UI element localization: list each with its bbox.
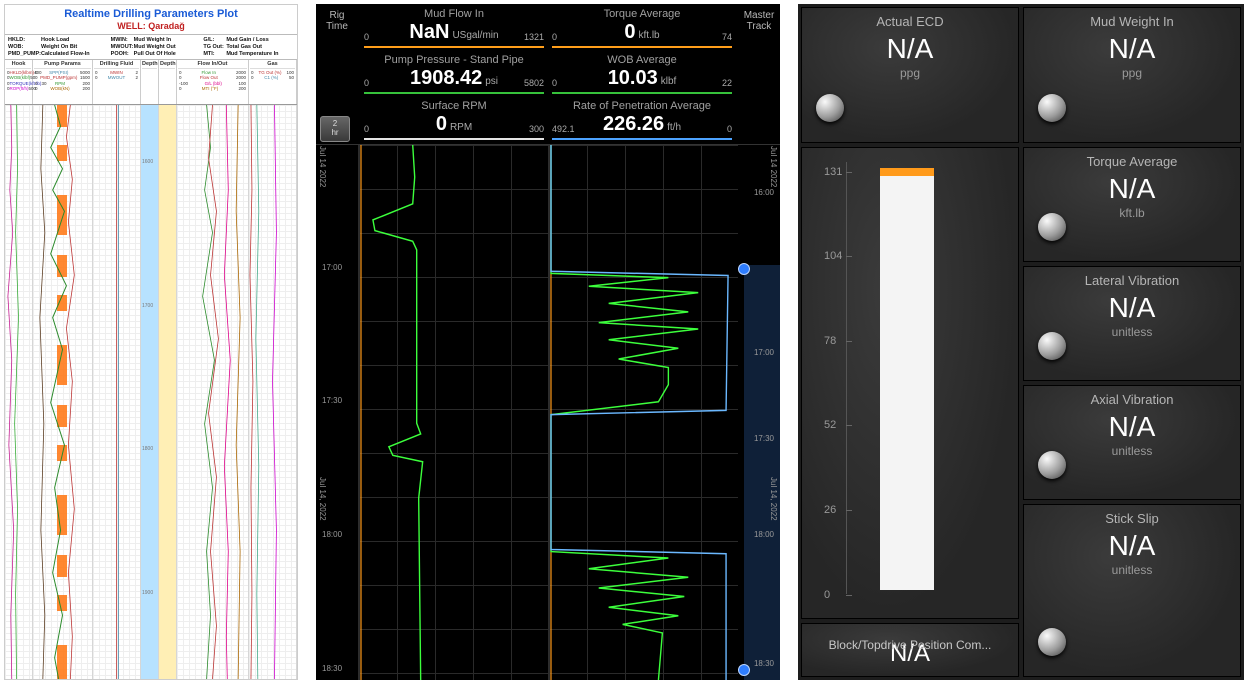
metric-mud-flow-in[interactable]: Mud Flow In 0 NaN USgal/min 1321 [360, 6, 548, 52]
track-header-depth2: Depth [159, 60, 177, 104]
legend-key: MWIN: [111, 37, 132, 43]
gauge-torque-average[interactable]: Torque Average N/A kft.lb [1023, 147, 1241, 262]
gauge-stick-slip[interactable]: Stick Slip N/A unitless [1023, 504, 1241, 677]
bar-scale-line [846, 162, 847, 594]
legend-key: WOB: [8, 44, 39, 50]
plot-col-left[interactable] [358, 145, 548, 680]
panel1-well: WELL: Qaradağ [5, 21, 297, 35]
panel1-legend: HKLD:Hook Load MWIN:Mud Weight In G/L:Mu… [5, 35, 297, 60]
track-flow[interactable] [177, 105, 249, 679]
master-track-handle-top[interactable] [738, 263, 750, 275]
bar-gauge-cap [880, 168, 934, 176]
plot-col-right[interactable] [548, 145, 738, 680]
metric-pump-pressure[interactable]: Pump Pressure - Stand Pipe 0 1908.42 psi… [360, 52, 548, 98]
metric-wob-average[interactable]: WOB Average 0 10.03 klbf 22 [548, 52, 736, 98]
panel1-title: Realtime Drilling Parameters Plot [5, 5, 297, 21]
track-header-pump: Pump Params 0SPP(PSI)5000 0PMD_PUMP(gpm)… [33, 60, 93, 104]
master-track-shade[interactable] [744, 265, 780, 680]
gauge-axial-vibration[interactable]: Axial Vibration N/A unitless [1023, 385, 1241, 500]
track-depth-2[interactable] [159, 105, 177, 679]
bar-gauge-block[interactable]: 131 104 78 52 26 0 [801, 147, 1019, 619]
time-range-button[interactable]: 2 hr [320, 116, 350, 142]
legend-key: HKLD: [8, 37, 39, 43]
track-gas[interactable] [249, 105, 297, 679]
metric-torque-average[interactable]: Torque Average 0 0 kft.lb 74 [548, 6, 736, 52]
legend-val: Mud Weight In [134, 37, 202, 43]
gauge-actual-ecd[interactable]: Actual ECD N/A ppg [801, 7, 1019, 143]
gauge-lateral-vibration[interactable]: Lateral Vibration N/A unitless [1023, 266, 1241, 381]
legend-val: Mud Gain / Loss [226, 37, 294, 43]
track-fluid[interactable] [93, 105, 141, 679]
well-name: Qaradağ [148, 21, 185, 31]
gauge-knob-icon [1038, 213, 1066, 241]
track-header-hook: Hook 0HKLD(klbm)400 0WOB(klbf)50 0TORQUE… [5, 60, 33, 104]
gauge-knob-icon [1038, 628, 1066, 656]
track-depth-1[interactable]: 1600 1700 1800 1900 [141, 105, 159, 679]
legend-val: Mud Temperature In [226, 51, 294, 57]
gauge-block-position[interactable]: Block/Topdrive Position Com... N/A [801, 623, 1019, 677]
metric-surface-rpm[interactable]: Surface RPM 0 0 RPM 300 [360, 98, 548, 144]
track-header-fluid: Drilling Fluid 0MWIN2 0MWOUT2 [93, 60, 141, 104]
gauge-knob-icon [1038, 451, 1066, 479]
legend-val: Pull Out Of Hole [134, 51, 202, 57]
panel1-strip-chart[interactable]: 1600 1700 1800 1900 [5, 105, 297, 679]
legend-val: Total Gas Out [226, 44, 294, 50]
legend-key: TG Out: [203, 44, 224, 50]
track-header-flow: Flow In/Out 0Flow In2000 0Flow Out2000 -… [177, 60, 249, 104]
realtime-dashboard-panel: RigTime Mud Flow In 0 NaN USgal/min 1321… [316, 4, 780, 680]
legend-key: POOH: [111, 51, 132, 57]
metric-rop-average[interactable]: Rate of Penetration Average 492.1 226.26… [548, 98, 736, 144]
legend-key: MTI: [203, 51, 224, 57]
metrics-grid: Mud Flow In 0 NaN USgal/min 1321 Torque … [358, 4, 738, 144]
track-headers: Hook 0HKLD(klbm)400 0WOB(klbf)50 0TORQUE… [5, 60, 297, 105]
master-track-label: MasterTrack [738, 4, 780, 144]
legend-val: Mud Weight Out [134, 44, 202, 50]
master-track-handle-bottom[interactable] [738, 664, 750, 676]
axis-right: Jul 14 2022 16:00 17:00 17:30 Jul 14, 20… [738, 145, 780, 680]
pump-fill-area [57, 105, 68, 679]
legend-val: Calculated Flow-In [41, 51, 109, 57]
bar-gauge-bar [880, 168, 934, 590]
drilling-params-plot-panel: Realtime Drilling Parameters Plot WELL: … [4, 4, 298, 680]
legend-key: PMD_PUMP: [8, 51, 39, 57]
gauges-panel: Actual ECD N/A ppg Mud Weight In N/A ppg… [798, 4, 1244, 680]
gauge-knob-icon [1038, 332, 1066, 360]
track-pump[interactable] [33, 105, 93, 679]
well-label: WELL: [117, 21, 146, 31]
gauge-knob-icon [816, 94, 844, 122]
track-hook[interactable] [5, 105, 33, 679]
time-plot-area[interactable]: Jul 14 2022 17:00 17:30 Jul 14, 2022 18:… [316, 144, 780, 680]
legend-key: MWOUT: [111, 44, 132, 50]
gauge-knob-icon [1038, 94, 1066, 122]
axis-left: Jul 14 2022 17:00 17:30 Jul 14, 2022 18:… [316, 145, 358, 680]
legend-key: G/L: [203, 37, 224, 43]
track-header-depth1: Depth [141, 60, 159, 104]
track-header-gas: Gas 0TG Out (%)100 0C1 (%)50 [249, 60, 297, 104]
legend-val: Weight On Bit [41, 44, 109, 50]
legend-val: Hook Load [41, 37, 109, 43]
gauge-mud-weight-in[interactable]: Mud Weight In N/A ppg [1023, 7, 1241, 143]
